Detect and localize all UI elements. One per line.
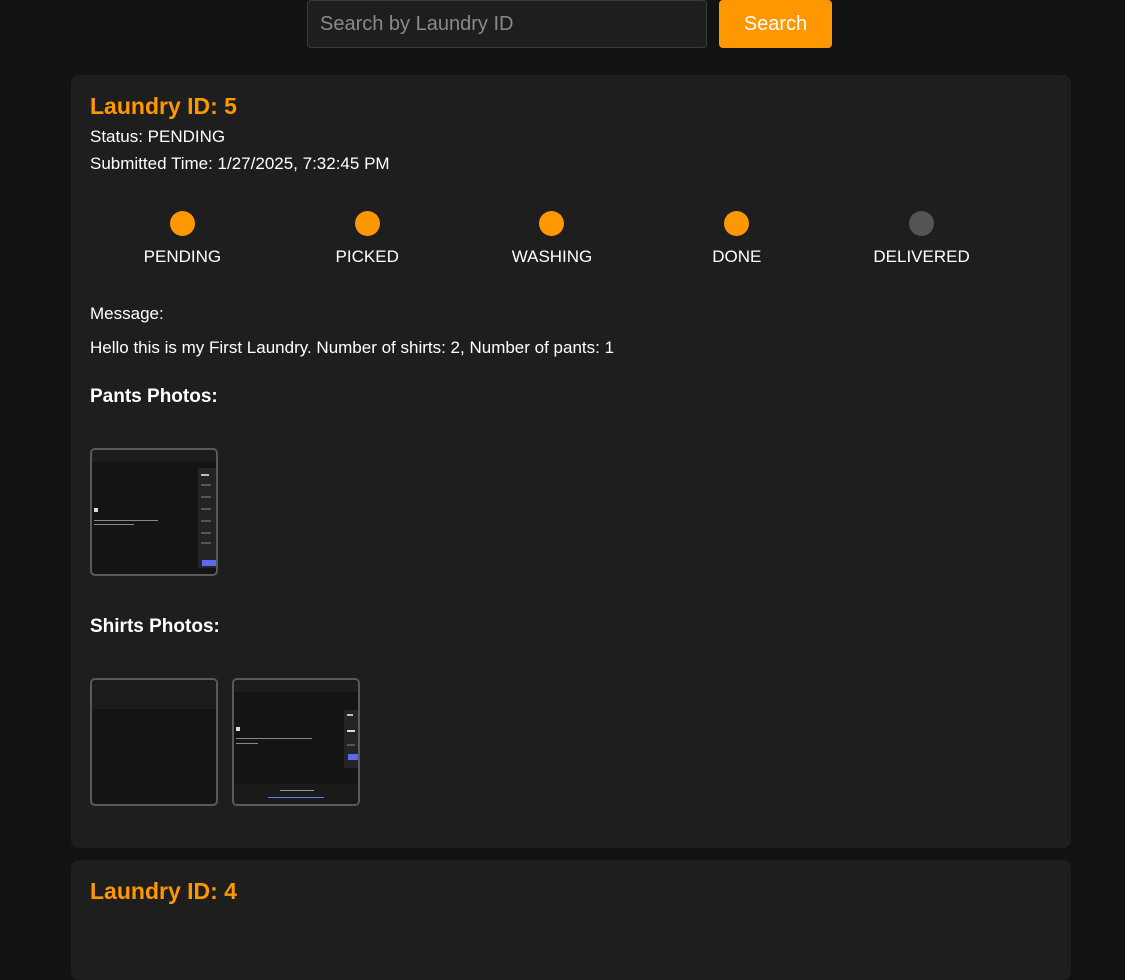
timeline-dot: [354, 211, 380, 236]
shirts-photo-thumbnail[interactable]: [90, 678, 218, 806]
timeline-step-washing: WASHING: [460, 211, 645, 267]
timeline-dot: [909, 211, 935, 236]
timeline-dot: [724, 211, 750, 236]
shirts-photo-row: [90, 678, 1052, 806]
timeline-label: DONE: [712, 247, 762, 266]
pants-photos-heading: Pants Photos:: [90, 386, 218, 407]
submitted-time: Submitted Time: 1/27/2025, 7:32:45 PM: [90, 154, 390, 173]
pants-photo-thumbnail[interactable]: [90, 448, 218, 576]
shirts-photo-thumbnail[interactable]: [232, 678, 360, 806]
shirts-photos-heading: Shirts Photos:: [90, 616, 220, 637]
timeline-label: WASHING: [511, 247, 593, 266]
timeline-step-picked: PICKED: [275, 211, 460, 267]
timeline-step-delivered: DELIVERED: [829, 211, 1014, 267]
timeline-label: PICKED: [335, 247, 399, 266]
search-input[interactable]: [307, 0, 707, 48]
timeline-step-done: DONE: [644, 211, 829, 267]
message-text: Hello this is my First Laundry. Number o…: [90, 338, 615, 357]
timeline-step-pending: PENDING: [90, 211, 275, 267]
status-timeline: PENDING PICKED WASHING DONE DELIVERED: [71, 211, 1033, 267]
timeline-dot: [169, 211, 195, 236]
timeline-label: PENDING: [143, 247, 222, 266]
laundry-card: Laundry ID: 4: [71, 860, 1071, 980]
pants-photo-row: [90, 448, 1052, 576]
timeline-dot: [539, 211, 565, 236]
message-label: Message:: [90, 304, 164, 323]
search-bar: Search: [307, 0, 832, 48]
laundry-title: Laundry ID: 4: [90, 878, 237, 904]
timeline-label: DELIVERED: [873, 247, 970, 266]
status-text: Status: PENDING: [90, 127, 226, 146]
laundry-title: Laundry ID: 5: [90, 93, 237, 119]
search-button[interactable]: Search: [719, 0, 832, 48]
laundry-card: Laundry ID: 5 Status: PENDING Submitted …: [71, 75, 1071, 848]
